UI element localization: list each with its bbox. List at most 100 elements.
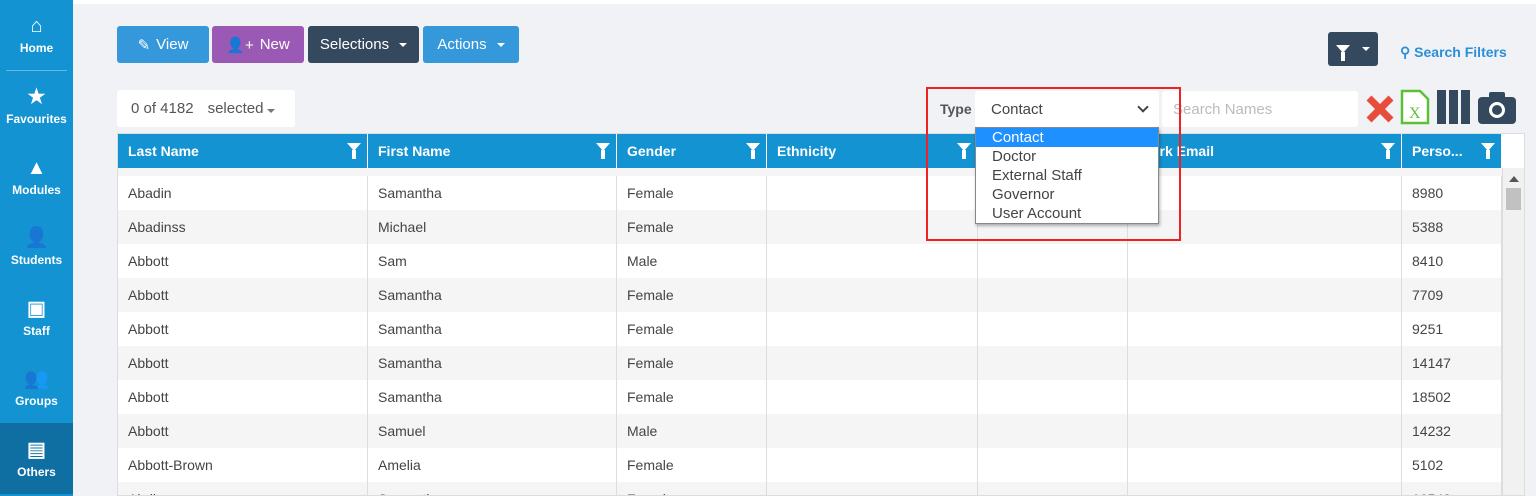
actions-label: Actions (437, 36, 487, 53)
table-row[interactable]: Abbott Samuel Male 14232 (118, 414, 1502, 448)
column-header[interactable]: Ethnicity (767, 134, 978, 168)
column-header[interactable]: Perso... (1402, 134, 1502, 168)
type-option[interactable]: Contact (976, 128, 1158, 147)
search-filters-link[interactable]: ⚲ Search Filters (1400, 44, 1507, 61)
scrollbar-thumb[interactable] (1506, 188, 1521, 210)
filter-icon[interactable] (1481, 143, 1495, 159)
filter-icon[interactable] (1381, 143, 1395, 159)
column-header[interactable]: Gender (617, 134, 767, 168)
table-cell: Female (617, 278, 767, 312)
columns-icon[interactable] (1437, 90, 1471, 124)
type-option[interactable]: Doctor (976, 147, 1158, 166)
type-select[interactable]: Contact (975, 91, 1159, 127)
sidebar-item-others[interactable]: ▤ Others (0, 423, 73, 494)
scroll-up-icon[interactable] (1509, 176, 1519, 182)
table-cell (767, 244, 978, 278)
table-row[interactable]: Abbott Sam Male 8410 (118, 244, 1502, 278)
filter-menu-button[interactable] (1328, 32, 1378, 66)
table-cell: Abbott (118, 346, 368, 380)
table-cell (767, 448, 978, 482)
table-row[interactable]: Abbott-Brown Amelia Female 5102 (118, 448, 1502, 482)
table-cell (767, 278, 978, 312)
table-cell: Male (617, 414, 767, 448)
table-cell: Abadin (118, 176, 368, 210)
column-header-label: First Name (378, 143, 451, 159)
type-option[interactable]: External Staff (976, 166, 1158, 185)
filter-icon[interactable] (596, 143, 610, 159)
selections-button[interactable]: Selections (308, 26, 419, 63)
star-icon: ★ (27, 86, 46, 109)
search-icon: ⚲ (1400, 44, 1415, 60)
column-header[interactable]: Last Name (118, 134, 368, 168)
column-header-label: Last Name (128, 143, 199, 159)
table-cell (978, 312, 1128, 346)
table-cell: Female (617, 312, 767, 346)
table-cell: Abbott (118, 244, 368, 278)
table-cell: Michael (368, 210, 617, 244)
selection-count: 0 of 4182 (131, 100, 194, 117)
sidebar-item-staff[interactable]: ▣ Staff (0, 282, 73, 353)
sidebar-item-label: Staff (23, 323, 50, 338)
table-cell (767, 482, 978, 495)
filter-icon[interactable] (347, 143, 361, 159)
table-cell: Samantha (368, 346, 617, 380)
filter-icon[interactable] (957, 143, 971, 159)
table-cell: Abbott (118, 380, 368, 414)
table-cell (767, 380, 978, 414)
caret-down-icon (399, 42, 408, 47)
table-cell (978, 346, 1128, 380)
sidebar-item-label: Others (17, 464, 56, 479)
table-cell (1128, 210, 1402, 244)
excel-export-icon[interactable]: X (1400, 89, 1430, 125)
type-dropdown-list: Contact Doctor External Staff Governor User … (975, 127, 1159, 224)
sidebar-item-label: Modules (12, 182, 61, 197)
sidebar-item-modules[interactable]: ▲ Modules (0, 141, 73, 212)
search-names-input[interactable] (1162, 91, 1358, 127)
sidebar-item-groups[interactable]: 👥 Groups (0, 353, 73, 424)
table-row[interactable]: Abadinss Michael Female 5388 (118, 210, 1502, 244)
table-cell: Samantha (368, 312, 617, 346)
view-button[interactable]: ✎ View (117, 26, 209, 63)
column-header[interactable]: First Name (368, 134, 617, 168)
user-icon: 👤 (24, 227, 49, 250)
camera-icon[interactable] (1478, 90, 1516, 124)
table-cell (978, 414, 1128, 448)
table-cell: Female (617, 210, 767, 244)
sidebar-item-students[interactable]: 👤 Students (0, 212, 73, 283)
table-row[interactable]: Abbott Samantha Female 18502 (118, 380, 1502, 414)
selection-count-dropdown[interactable]: 0 of 4182 selected (117, 90, 295, 127)
table-cell: Samantha (368, 176, 617, 210)
vertical-scrollbar[interactable] (1502, 168, 1524, 495)
actions-button[interactable]: Actions (423, 26, 519, 63)
table-row[interactable]: Abbott Samantha Female 14147 (118, 346, 1502, 380)
column-header-label: Gender (627, 143, 677, 159)
table-row[interactable]: Abadin Samantha Female 8980 (118, 176, 1502, 210)
type-option[interactable]: User Account (976, 204, 1158, 223)
table-cell: 8410 (1402, 244, 1502, 278)
filter-icon[interactable] (746, 143, 760, 159)
filter-icon (1336, 45, 1350, 61)
table-row[interactable]: AbdinSamanthaFemale 16543 (118, 482, 1502, 495)
sidebar-item-home[interactable]: ⌂ Home (6, 0, 67, 71)
chalkboard-teacher-icon: ▣ (27, 297, 46, 320)
table-cell (1128, 278, 1402, 312)
table-row[interactable]: Abbott Samantha Female 7709 (118, 278, 1502, 312)
sidebar-item-label: Favourites (6, 112, 67, 127)
search-filters-label: Search Filters (1414, 44, 1507, 60)
new-label: New (259, 36, 290, 53)
table-cell: 8980 (1402, 176, 1502, 210)
caret-down-icon (1362, 47, 1370, 51)
new-button[interactable]: 👤+ New (212, 26, 304, 63)
sidebar-item-favourites[interactable]: ★ Favourites (0, 71, 73, 142)
table-cell: Female (617, 380, 767, 414)
column-header-label: Perso... (1412, 143, 1463, 159)
table-cell: 5388 (1402, 210, 1502, 244)
type-option[interactable]: Governor (976, 185, 1158, 204)
shapes-icon: ▲ (26, 156, 47, 179)
table-cell (767, 210, 978, 244)
table-cell: Samantha (368, 482, 617, 495)
view-label: View (156, 36, 189, 53)
column-header[interactable]: Work Email (1128, 134, 1402, 168)
table-row[interactable]: Abbott Samantha Female 9251 (118, 312, 1502, 346)
clear-icon[interactable] (1365, 94, 1395, 124)
